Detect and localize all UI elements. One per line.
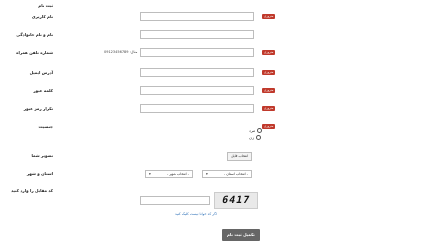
- required-badge-password: ضروری: [262, 88, 276, 93]
- city-select[interactable]: - انتخاب شهر - ▾: [145, 170, 193, 178]
- label-location: استان و شهر: [26, 171, 53, 176]
- password-input[interactable]: [140, 86, 254, 95]
- label-captcha: کد مقابل را وارد کنید: [11, 188, 53, 193]
- gender-option-label: زن: [249, 135, 254, 140]
- radio-circle-icon[interactable]: [255, 135, 261, 140]
- required-badge-password-confirm: ضروری: [262, 106, 276, 111]
- required-badge-gender: ضروری: [262, 124, 276, 129]
- mobile-input[interactable]: [140, 48, 254, 57]
- label-password: کلمه عبور: [33, 88, 53, 93]
- form-heading: ثبت نام: [38, 3, 53, 8]
- radio-circle-icon[interactable]: [257, 128, 263, 133]
- chevron-down-icon: ▾: [206, 172, 208, 176]
- captcha-image: 6417: [214, 192, 258, 209]
- province-select-value: - انتخاب استان -: [223, 172, 248, 176]
- password-confirm-input[interactable]: [140, 104, 254, 113]
- label-email: آدرس ایمیل: [29, 70, 53, 75]
- gender-option-label: مرد: [249, 128, 256, 133]
- submit-button[interactable]: تکمیل ثبت نام: [222, 229, 260, 241]
- required-badge-username: ضروری: [262, 14, 276, 19]
- label-mobile: شماره تلفن همراه: [16, 50, 53, 55]
- chevron-down-icon: ▾: [149, 172, 151, 176]
- required-badge-mobile: ضروری: [262, 50, 276, 55]
- mobile-hint: مثال: 09123456789: [104, 50, 138, 54]
- fullname-input[interactable]: [140, 30, 254, 39]
- required-badge-email: ضروری: [262, 70, 276, 75]
- captcha-input[interactable]: [140, 196, 210, 205]
- choose-file-button[interactable]: انتخاب فایل: [227, 152, 253, 161]
- username-input[interactable]: [140, 12, 254, 21]
- captcha-refresh-link[interactable]: اگر کد خوانا نیست کلیک کنید: [175, 212, 217, 216]
- label-avatar: تصویر شما: [31, 153, 53, 158]
- captcha-code: 6417: [220, 195, 252, 206]
- city-select-value: - انتخاب شهر -: [167, 172, 189, 176]
- label-username: نام کاربری: [31, 14, 53, 19]
- label-fullname: نام و نام خانوادگی: [16, 32, 53, 37]
- label-gender: جنسیت: [38, 124, 53, 129]
- label-password-confirm: تکرار رمز عبور: [23, 106, 53, 111]
- email-input[interactable]: [140, 68, 254, 77]
- province-select[interactable]: - انتخاب استان - ▾: [202, 170, 252, 178]
- gender-option-male[interactable]: مرد: [249, 128, 263, 133]
- gender-option-female[interactable]: زن: [249, 135, 261, 140]
